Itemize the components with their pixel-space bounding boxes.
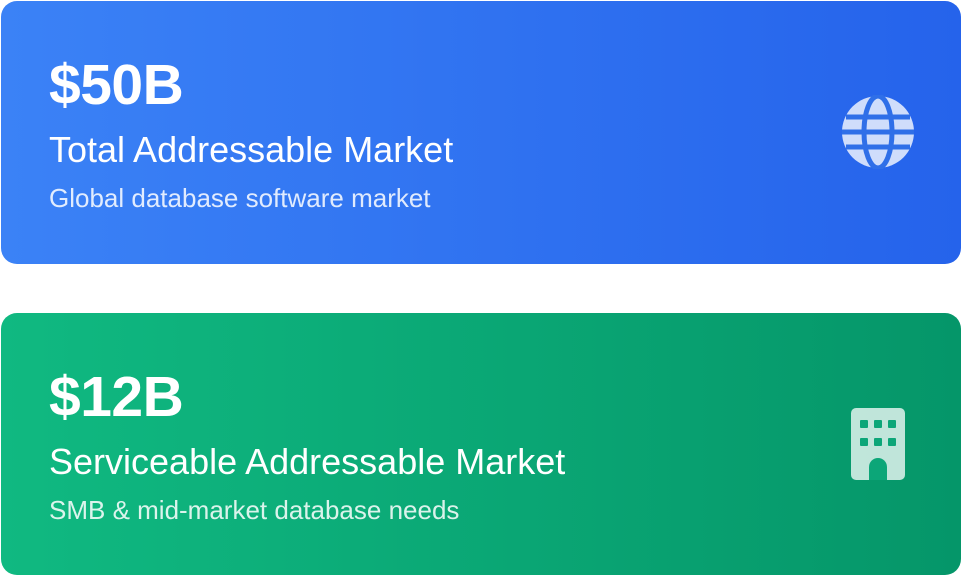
building-icon <box>851 408 905 480</box>
sam-value: $12B <box>49 365 184 429</box>
tam-value: $50B <box>49 53 184 117</box>
globe-icon <box>842 95 914 169</box>
tam-subtitle: Global database software market <box>49 183 431 213</box>
sam-subtitle: SMB & mid-market database needs <box>49 495 460 525</box>
sam-title: Serviceable Addressable Market <box>49 441 566 482</box>
sam-card: $12B Serviceable Addressable Market SMB … <box>1 313 961 575</box>
tam-card: $50B Total Addressable Market Global dat… <box>1 1 961 264</box>
tam-title: Total Addressable Market <box>49 129 454 170</box>
